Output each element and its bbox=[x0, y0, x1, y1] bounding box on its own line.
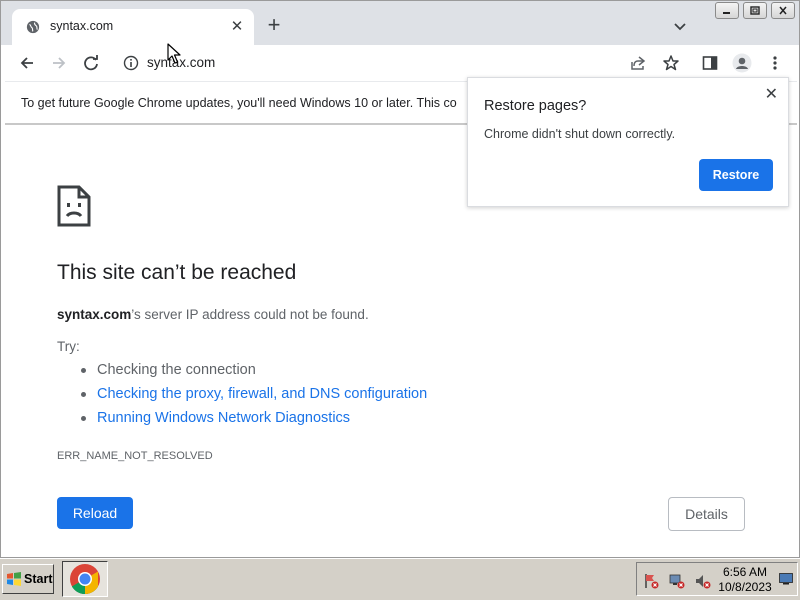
tab-title: syntax.com bbox=[50, 19, 114, 33]
reload-page-button[interactable]: Reload bbox=[57, 497, 133, 529]
tab-syntax[interactable]: syntax.com ✕ bbox=[12, 9, 254, 45]
profile-icon bbox=[732, 53, 752, 73]
profile-button[interactable] bbox=[732, 53, 752, 73]
close-tab-icon[interactable]: ✕ bbox=[228, 17, 246, 35]
start-button[interactable]: Start bbox=[2, 564, 54, 594]
bubble-text: Chrome didn't shut down correctly. bbox=[484, 127, 676, 141]
bubble-title: Restore pages? bbox=[484, 98, 587, 114]
tray-icons bbox=[643, 573, 711, 589]
mouse-cursor-icon bbox=[167, 43, 181, 64]
error-domain: syntax.com bbox=[57, 307, 132, 322]
error-description-text: ’s server IP address could not be found. bbox=[131, 307, 369, 322]
window-controls bbox=[715, 2, 795, 19]
suggestion-list: Checking the connection Checking the pro… bbox=[80, 361, 427, 433]
share-button[interactable] bbox=[628, 53, 648, 73]
menu-button[interactable] bbox=[765, 53, 785, 73]
reload-button[interactable] bbox=[81, 53, 101, 73]
taskbar-clock[interactable]: 6:56 AM 10/8/2023 bbox=[717, 565, 773, 595]
back-arrow-icon bbox=[20, 57, 33, 69]
forward-button[interactable] bbox=[49, 53, 69, 73]
new-tab-button[interactable]: + bbox=[263, 14, 285, 37]
reload-icon bbox=[84, 55, 98, 71]
error-heading: This site can’t be reached bbox=[57, 261, 297, 284]
close-bubble-icon[interactable]: ✕ bbox=[765, 84, 778, 104]
info-icon[interactable] bbox=[123, 55, 139, 71]
share-icon bbox=[631, 56, 646, 70]
clock-date: 10/8/2023 bbox=[718, 580, 772, 594]
url-text[interactable]: syntax.com bbox=[147, 55, 215, 70]
menu-dots-icon bbox=[773, 56, 777, 70]
network-disconnected-icon[interactable] bbox=[669, 573, 685, 589]
omnibox[interactable]: syntax.com bbox=[113, 48, 785, 78]
minimize-button[interactable] bbox=[715, 2, 739, 19]
restore-pages-bubble: Restore pages? ✕ Chrome didn't shut down… bbox=[467, 77, 789, 207]
toolbar: syntax.com bbox=[1, 45, 799, 81]
details-button[interactable]: Details bbox=[668, 497, 745, 531]
restore-button[interactable]: Restore bbox=[699, 159, 773, 191]
suggestion-network-diagnostics-link[interactable]: Running Windows Network Diagnostics bbox=[80, 409, 427, 433]
suggestion-check-connection: Checking the connection bbox=[80, 361, 427, 385]
bookmark-button[interactable] bbox=[661, 53, 681, 73]
chrome-logo-icon bbox=[70, 564, 100, 595]
browser-window: syntax.com ✕ + syntax.com To get future … bbox=[0, 0, 800, 558]
error-description: syntax.com’s server IP address could not… bbox=[57, 307, 369, 322]
system-tray: 6:56 AM 10/8/2023 bbox=[636, 562, 798, 596]
show-desktop-icon[interactable] bbox=[779, 573, 793, 585]
forward-arrow-icon bbox=[53, 57, 66, 69]
star-icon bbox=[663, 55, 679, 71]
side-panel-button[interactable] bbox=[700, 53, 720, 73]
clock-time: 6:56 AM bbox=[722, 565, 768, 579]
suggestion-check-proxy-link[interactable]: Checking the proxy, firewall, and DNS co… bbox=[80, 385, 427, 409]
close-window-button[interactable] bbox=[771, 2, 795, 19]
side-panel-icon bbox=[702, 56, 718, 70]
restore-button[interactable] bbox=[743, 2, 767, 19]
tab-strip: syntax.com ✕ + bbox=[1, 1, 799, 45]
volume-muted-icon[interactable] bbox=[695, 573, 711, 589]
taskbar-chrome-app[interactable] bbox=[62, 561, 108, 597]
start-label: Start bbox=[24, 572, 53, 586]
error-code: ERR_NAME_NOT_RESOLVED bbox=[57, 450, 213, 462]
taskbar: Start 6:56 AM 10/8/2023 bbox=[0, 558, 800, 600]
flag-alert-icon[interactable] bbox=[643, 573, 659, 589]
back-button[interactable] bbox=[17, 53, 37, 73]
infobar-message: To get future Google Chrome updates, you… bbox=[21, 96, 457, 110]
windows-logo-icon bbox=[7, 572, 21, 586]
sad-page-icon bbox=[57, 185, 91, 227]
chevron-down-icon[interactable] bbox=[671, 17, 689, 35]
try-label: Try: bbox=[57, 339, 80, 354]
globe-icon bbox=[26, 20, 40, 34]
